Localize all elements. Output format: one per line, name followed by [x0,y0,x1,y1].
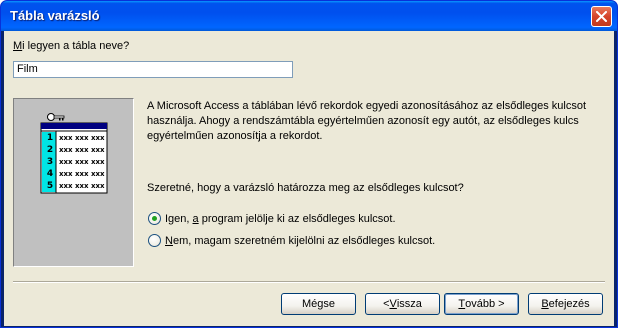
illustration-cell: xxx [75,170,89,178]
radio-auto-primary-key[interactable] [148,212,161,225]
option-auto-primary-key[interactable]: Igen, a program jelölje ki az elsődleges… [148,212,396,225]
option-manual-primary-key[interactable]: Nem, magam szeretném kijelölni az elsődl… [148,234,435,247]
key-icon [47,113,65,121]
illustration-row-number: 3 [46,157,54,167]
close-button[interactable] [591,6,612,27]
title-bar[interactable]: Tábla varázsló [1,1,617,31]
table-key-illustration-icon [40,113,108,194]
illustration-cell: xxx [75,146,89,154]
illustration-cell: xxx [59,170,73,178]
radio-manual-primary-key[interactable] [148,234,161,247]
illustration-cell: xxx [59,158,73,166]
table-name-label: Mi legyen a tábla neve? [13,40,130,52]
wizard-window: Tábla varázsló Mi legyen a tábla neve? F… [0,0,618,328]
illustration-cell: xxx [91,170,105,178]
illustration-row-number: 2 [46,145,54,155]
illustration-cell: xxx [91,134,105,142]
illustration-cell: xxx [59,134,73,142]
back-button[interactable]: < Vissza [365,293,440,315]
primary-key-illustration: 1 xxx xxx xxx 2 xxx xxx xxx 3 xxx xxx xxx 4 xxx xxx xxx… [13,98,134,267]
illustration-cell: xxx [91,182,105,190]
illustration-cell: xxx [91,158,105,166]
cancel-button[interactable]: Mégse [281,293,356,315]
illustration-cell: xxx [91,146,105,154]
illustration-cell: xxx [75,182,89,190]
primary-key-description: A Microsoft Access a táblában lévő rekor… [147,100,587,142]
illustration-row-number: 1 [46,133,54,143]
wizard-client-area: Mi legyen a tábla neve? Film 1 xxx xxx x… [4,31,614,326]
finish-button[interactable]: Befejezés [528,293,603,315]
illustration-cell: xxx [75,134,89,142]
illustration-cell: xxx [59,146,73,154]
window-title: Tábla varázsló [10,8,100,23]
illustration-cell: xxx [75,158,89,166]
table-name-input[interactable]: Film [13,61,293,78]
close-icon [596,11,607,22]
illustration-cell: xxx [59,182,73,190]
primary-key-question: Szeretné, hogy a varázsló határozza meg … [147,182,464,194]
illustration-row-number: 4 [46,169,54,179]
next-button[interactable]: Tovább > [444,293,519,315]
footer-separator [13,281,605,283]
option-auto-primary-key-label: Igen, a program jelölje ki az elsődleges… [165,212,396,225]
illustration-row-number: 5 [46,181,54,191]
option-manual-primary-key-label: Nem, magam szeretném kijelölni az elsődl… [165,234,436,247]
